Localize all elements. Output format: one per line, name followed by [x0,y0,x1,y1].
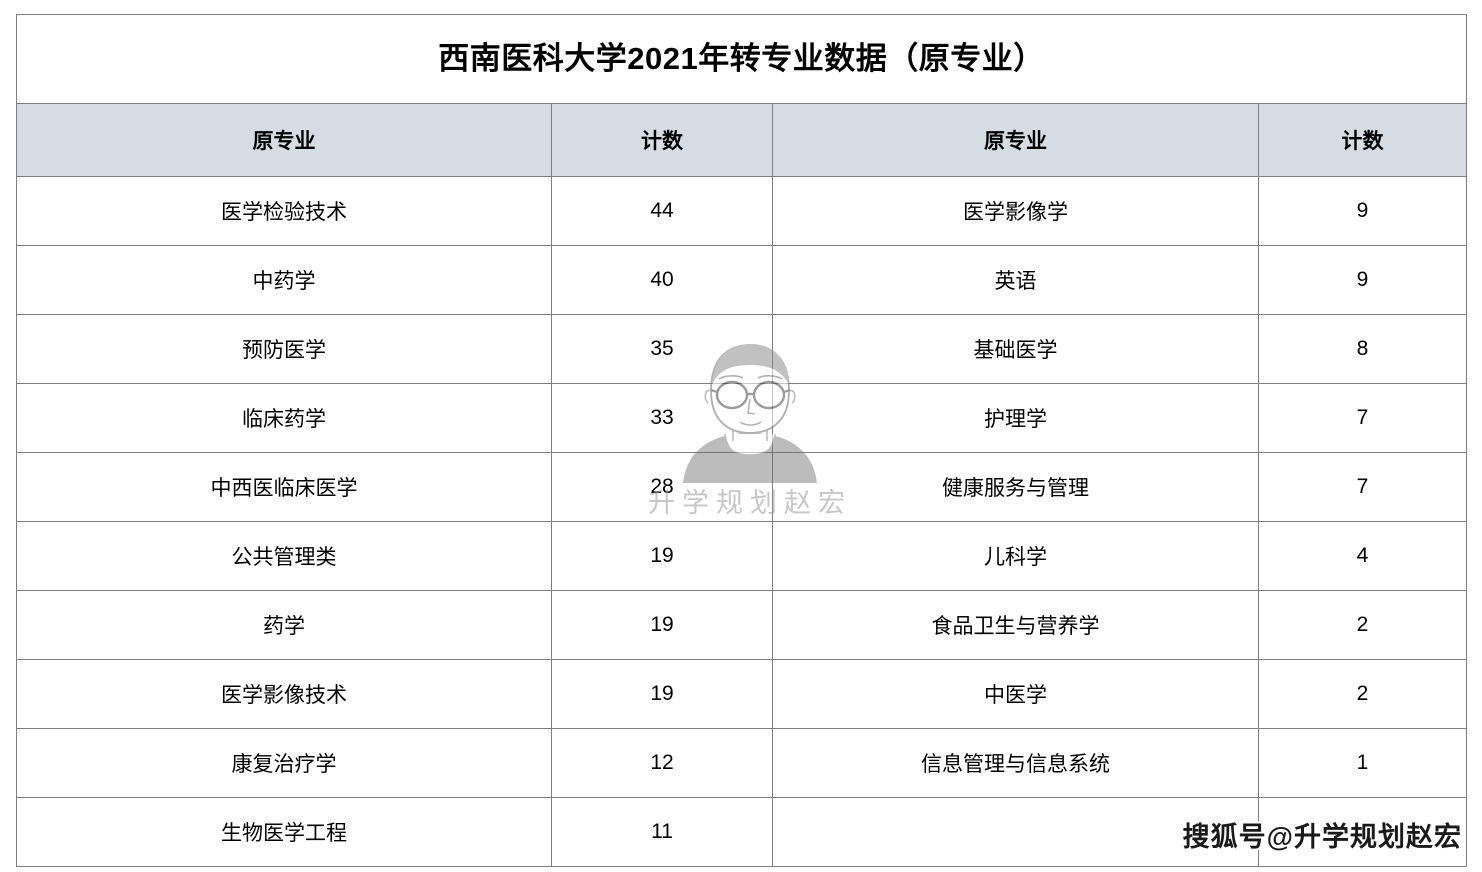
cell-major-left: 康复治疗学 [16,728,552,798]
table-row: 医学影像技术 19 中医学 2 [16,659,1468,729]
table-row: 生物医学工程 11 [16,797,1468,867]
cell-count-left: 19 [551,590,773,660]
cell-major-left: 医学检验技术 [16,176,552,246]
cell-count-left: 44 [551,176,773,246]
table-body: 医学检验技术 44 医学影像学 9 中药学 40 英语 9 预防医学 35 基础医学 8 临床药学 33 护… [16,176,1468,867]
cell-count-right: 8 [1257,314,1468,384]
cell-count-right: 4 [1257,521,1468,591]
cell-major-right: 健康服务与管理 [772,452,1259,522]
cell-major-right: 医学影像学 [772,176,1259,246]
cell-major-right: 信息管理与信息系统 [772,728,1259,798]
cell-count-right: 9 [1257,176,1468,246]
cell-major-right: 护理学 [772,383,1259,453]
cell-major-left: 临床药学 [16,383,552,453]
cell-count-right: 1 [1257,728,1468,798]
cell-major-left: 预防医学 [16,314,552,384]
cell-count-left: 40 [551,245,773,315]
title-row: 西南医科大学2021年转专业数据（原专业） [15,14,1468,104]
table-row: 康复治疗学 12 信息管理与信息系统 1 [16,728,1468,798]
column-header-major-left: 原专业 [16,103,552,177]
cell-major-right: 中医学 [772,659,1259,729]
column-header-count-right: 计数 [1257,103,1468,177]
cell-count-left: 35 [551,314,773,384]
cell-major-right: 英语 [772,245,1259,315]
cell-count-right [1257,797,1468,867]
table-row: 预防医学 35 基础医学 8 [16,314,1468,384]
cell-major-left: 药学 [16,590,552,660]
cell-major-left: 公共管理类 [16,521,552,591]
cell-count-right: 7 [1257,383,1468,453]
cell-count-left: 12 [551,728,773,798]
cell-major-right: 儿科学 [772,521,1259,591]
cell-major-left: 中药学 [16,245,552,315]
cell-count-left: 28 [551,452,773,522]
table-row: 中西医临床医学 28 健康服务与管理 7 [16,452,1468,522]
cell-count-left: 19 [551,521,773,591]
page-root: 西南医科大学2021年转专业数据（原专业） 原专业 计数 原专业 计数 医学检验… [0,0,1482,872]
cell-count-right: 7 [1257,452,1468,522]
cell-count-left: 33 [551,383,773,453]
column-header-major-right: 原专业 [772,103,1259,177]
table-row: 中药学 40 英语 9 [16,245,1468,315]
table-row: 药学 19 食品卫生与营养学 2 [16,590,1468,660]
cell-major-left: 生物医学工程 [16,797,552,867]
cell-count-right: 2 [1257,590,1468,660]
table-row: 医学检验技术 44 医学影像学 9 [16,176,1468,246]
table-row: 公共管理类 19 儿科学 4 [16,521,1468,591]
cell-major-left: 中西医临床医学 [16,452,552,522]
cell-major-left: 医学影像技术 [16,659,552,729]
cell-major-right [772,797,1259,867]
cell-major-right: 食品卫生与营养学 [772,590,1259,660]
column-header-count-left: 计数 [551,103,773,177]
page-title: 西南医科大学2021年转专业数据（原专业） [15,14,1468,104]
column-header-row: 原专业 计数 原专业 计数 [16,103,1468,177]
cell-count-right: 9 [1257,245,1468,315]
cell-count-left: 19 [551,659,773,729]
cell-major-right: 基础医学 [772,314,1259,384]
table-header: 西南医科大学2021年转专业数据（原专业） 原专业 计数 原专业 计数 [15,14,1468,177]
cell-count-left: 11 [551,797,773,867]
table-row: 临床药学 33 护理学 7 [16,383,1468,453]
cell-count-right: 2 [1257,659,1468,729]
transfer-major-table: 西南医科大学2021年转专业数据（原专业） 原专业 计数 原专业 计数 医学检验… [15,14,1468,867]
